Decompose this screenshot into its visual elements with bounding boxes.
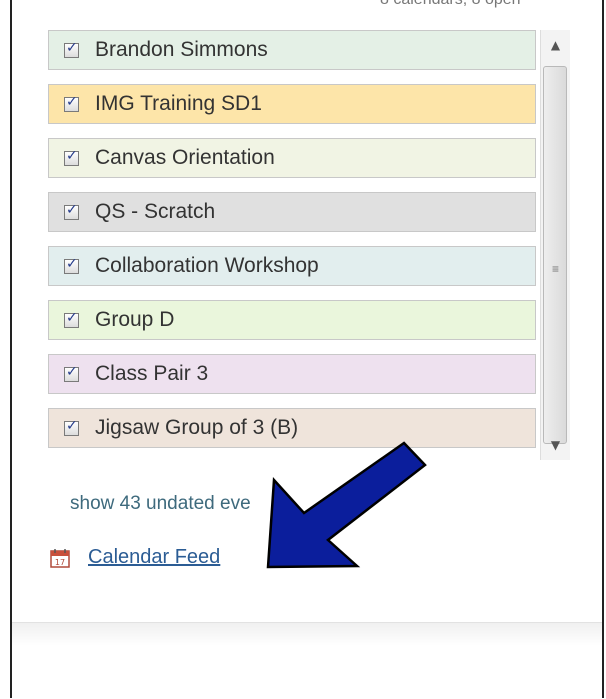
show-undated-events-link[interactable]: show 43 undated eve <box>70 493 251 515</box>
calendar-label: QS - Scratch <box>95 200 216 223</box>
calendar-label: Canvas Orientation <box>95 146 275 169</box>
calendar-checkbox[interactable] <box>64 202 79 220</box>
footer-band <box>12 622 602 699</box>
calendar-checkbox[interactable] <box>64 94 79 112</box>
calendar-item[interactable]: IMG Training SD1 <box>48 84 536 124</box>
svg-text:17: 17 <box>55 558 65 567</box>
scroll-grip-icon: ≡ <box>552 262 560 276</box>
calendar-list: Brandon Simmons IMG Training SD1 Canvas Or… <box>48 30 540 460</box>
calendar-checkbox[interactable] <box>64 364 79 382</box>
calendar-item[interactable]: Jigsaw Group of 3 (B) <box>48 408 536 448</box>
calendar-label: Group D <box>95 308 175 331</box>
scroll-down-arrow-icon[interactable]: ▼ <box>541 430 570 460</box>
calendar-label: Jigsaw Group of 3 (B) <box>95 416 299 439</box>
calendar-item[interactable]: QS - Scratch <box>48 192 536 232</box>
calendar-item[interactable]: Canvas Orientation <box>48 138 536 178</box>
calendars-summary: 8 calendars, 8 open <box>380 0 600 9</box>
calendar-label: Collaboration Workshop <box>95 254 319 277</box>
calendar-checkbox[interactable] <box>64 40 79 58</box>
calendar-item[interactable]: Group D <box>48 300 536 340</box>
calendar-checkbox[interactable] <box>64 148 79 166</box>
calendar-checkbox[interactable] <box>64 418 79 436</box>
calendar-feed-link[interactable]: Calendar Feed <box>88 546 220 569</box>
calendar-label: Class Pair 3 <box>95 362 209 385</box>
scroll-up-arrow-icon[interactable]: ▲ <box>541 30 570 60</box>
calendar-checkbox[interactable] <box>64 256 79 274</box>
calendar-icon: 17 <box>50 548 70 568</box>
calendar-item[interactable]: Brandon Simmons <box>48 30 536 70</box>
calendar-item[interactable]: Class Pair 3 <box>48 354 536 394</box>
calendar-list-scrollbar[interactable]: ▲ ≡ ▼ <box>540 30 570 460</box>
calendar-feed[interactable]: 17 Calendar Feed <box>50 546 220 569</box>
calendar-label: IMG Training SD1 <box>95 92 262 115</box>
scroll-thumb[interactable]: ≡ <box>543 66 567 444</box>
calendar-item[interactable]: Collaboration Workshop <box>48 246 536 286</box>
calendar-checkbox[interactable] <box>64 310 79 328</box>
calendar-label: Brandon Simmons <box>95 38 268 61</box>
